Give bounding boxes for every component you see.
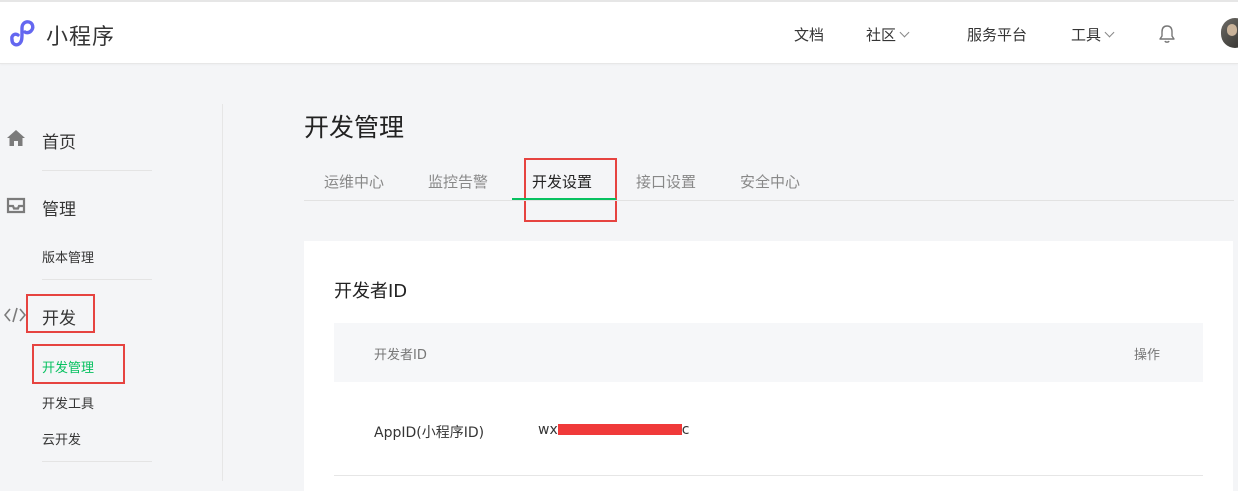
sidebar-item-version-management[interactable]: 版本管理	[42, 247, 94, 266]
miniprogram-logo-icon[interactable]	[6, 18, 38, 48]
sidebar-divider	[42, 170, 152, 171]
tab-security-center[interactable]: 安全中心	[740, 171, 800, 192]
sidebar-item-dev-management[interactable]: 开发管理	[42, 357, 94, 376]
chevron-down-icon	[1104, 27, 1115, 38]
appid-value: wx c	[538, 422, 689, 438]
appid-prefix: wx	[538, 422, 558, 438]
nav-docs-label: 文档	[794, 26, 825, 44]
tab-monitoring-alerts[interactable]: 监控告警	[428, 171, 488, 192]
active-tab-indicator	[512, 198, 616, 200]
tab-bar: 运维中心 监控告警 开发设置 接口设置 安全中心	[304, 158, 1234, 201]
inbox-icon	[6, 197, 26, 214]
redaction-bar	[557, 423, 682, 435]
top-navigation-bar: 小程序 文档 社区 服务平台 工具	[0, 0, 1238, 64]
tab-ops-center[interactable]: 运维中心	[324, 171, 384, 192]
column-header-actions: 操作	[1134, 348, 1161, 363]
nav-community-label: 社区	[866, 26, 897, 44]
appid-suffix: c	[681, 422, 690, 438]
home-icon	[7, 130, 25, 146]
user-avatar[interactable]	[1221, 18, 1238, 48]
nav-tools-label: 工具	[1071, 26, 1102, 44]
bell-icon[interactable]	[1158, 24, 1176, 44]
code-icon	[4, 307, 26, 323]
sidebar-divider	[42, 461, 152, 462]
nav-service-platform-label: 服务平台	[967, 26, 1028, 44]
sidebar: 首页 管理 版本管理 开发 开发管理 开发工具 云开发	[0, 104, 223, 481]
logo-text[interactable]: 小程序	[46, 19, 115, 51]
nav-tools[interactable]: 工具	[1071, 24, 1115, 45]
table-row-divider	[334, 475, 1203, 476]
appid-label: AppID(小程序ID)	[374, 425, 485, 441]
sidebar-divider	[42, 279, 152, 280]
card-title: 开发者ID	[334, 281, 408, 302]
developer-id-card: 开发者ID 开发者ID 操作 AppID(小程序ID) wx c	[304, 241, 1233, 491]
page-title: 开发管理	[304, 113, 405, 142]
table-header: 开发者ID 操作	[334, 323, 1203, 382]
sidebar-item-dev-tools[interactable]: 开发工具	[42, 393, 94, 412]
sidebar-item-develop[interactable]: 开发	[42, 304, 76, 329]
top-border	[0, 0, 1238, 2]
sidebar-item-home[interactable]: 首页	[42, 128, 76, 153]
tab-api-settings[interactable]: 接口设置	[636, 171, 696, 192]
column-header-developer-id: 开发者ID	[374, 348, 427, 363]
nav-docs[interactable]: 文档	[794, 24, 824, 45]
chevron-down-icon	[899, 27, 910, 38]
sidebar-item-cloud-dev[interactable]: 云开发	[42, 429, 81, 448]
nav-community[interactable]: 社区	[866, 24, 910, 45]
sidebar-item-manage[interactable]: 管理	[42, 195, 76, 220]
tab-dev-settings[interactable]: 开发设置	[532, 171, 592, 192]
nav-service-platform[interactable]: 服务平台	[967, 24, 1027, 45]
